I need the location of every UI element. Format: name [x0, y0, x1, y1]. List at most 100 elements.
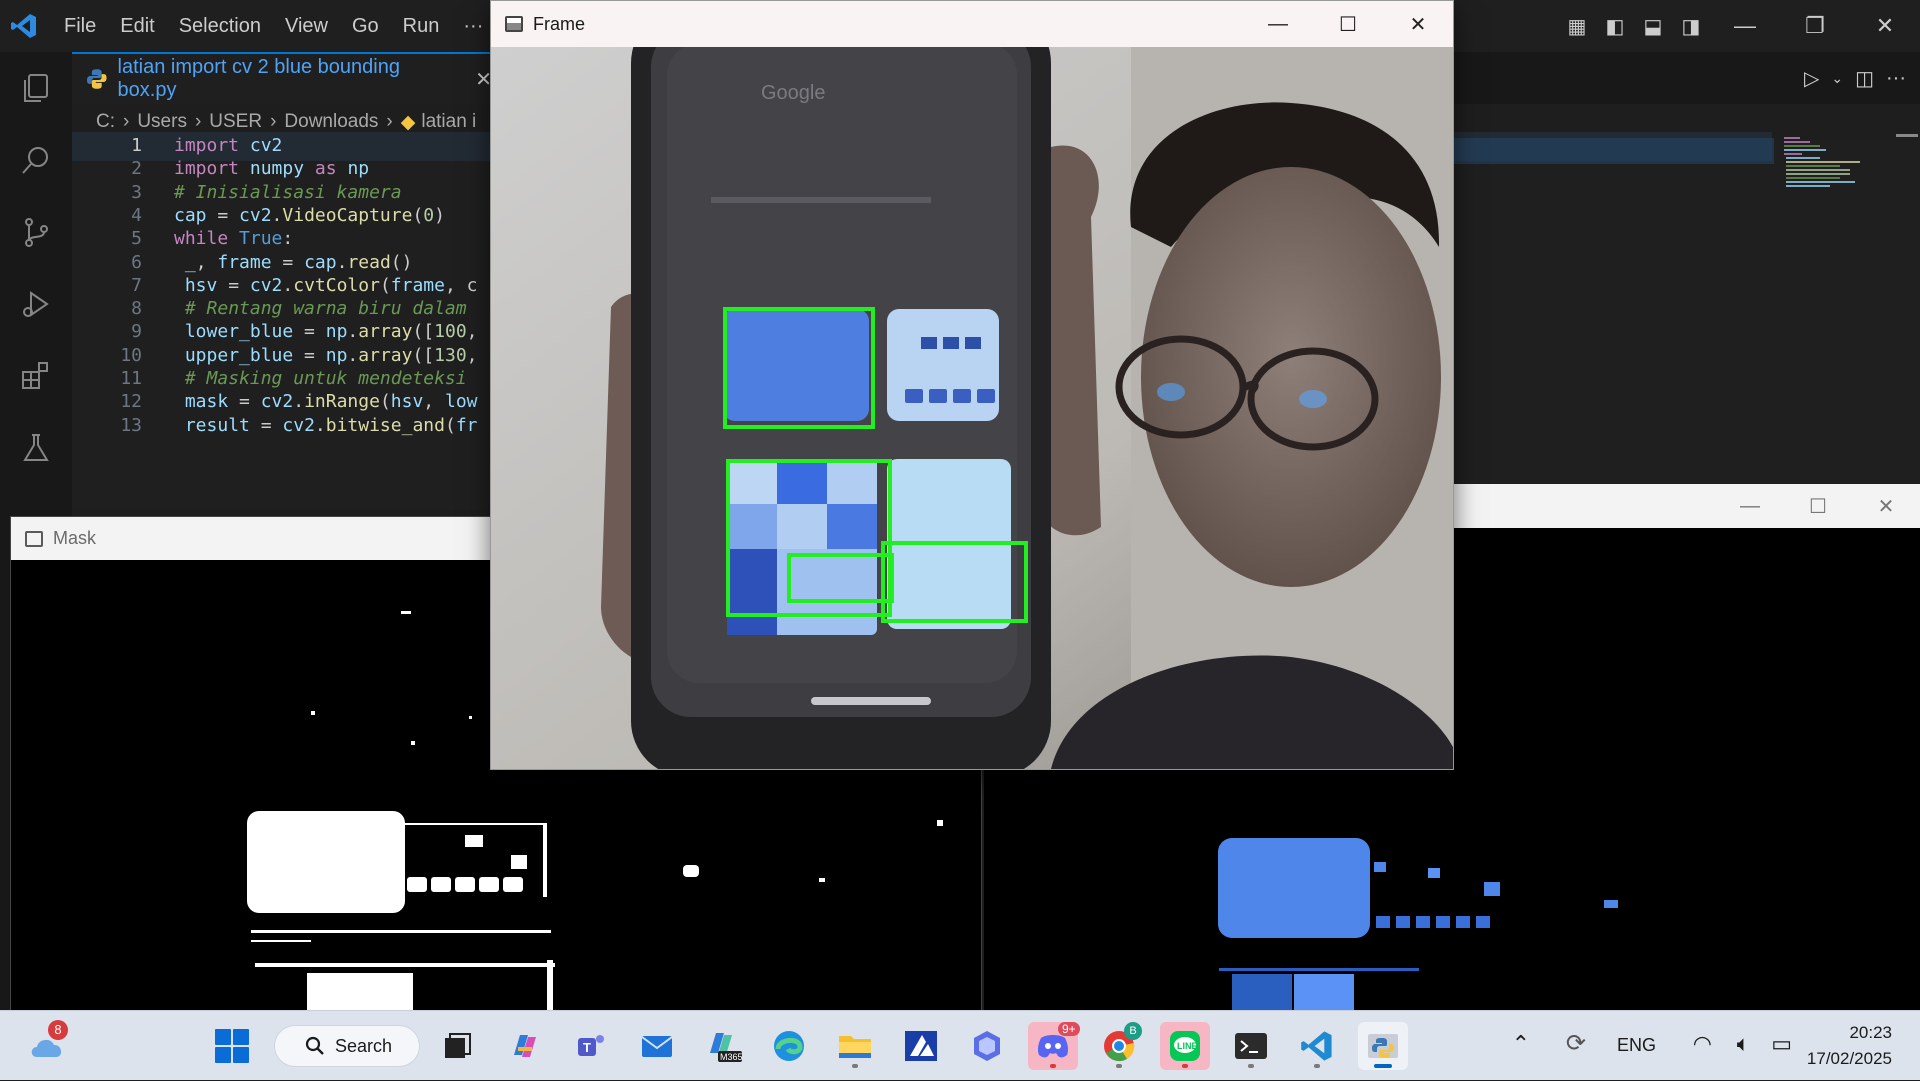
close-button[interactable]: ✕ — [1383, 1, 1453, 47]
chrome-app[interactable]: B — [1094, 1022, 1144, 1070]
minimize-button[interactable]: — — [1710, 0, 1780, 52]
azure-app[interactable] — [896, 1022, 946, 1070]
tab-filename: latian import cv 2 blue bounding box.py — [117, 56, 400, 101]
run-dropdown-chevron-icon[interactable]: ⌄ — [1831, 70, 1843, 87]
customize-layout-icon[interactable]: ▦ — [1558, 0, 1596, 52]
breadcrumb-item[interactable]: Users — [137, 111, 187, 133]
python-window-icon — [1368, 1034, 1398, 1058]
chevron-up-icon[interactable]: ⌃ — [1512, 1031, 1530, 1057]
vscode-logo-icon — [11, 14, 36, 38]
line-app[interactable]: LINE — [1160, 1022, 1210, 1070]
maximize-button[interactable]: ☐ — [1784, 494, 1852, 519]
extensions-icon[interactable] — [0, 340, 72, 412]
menu-item[interactable]: Edit — [108, 0, 166, 52]
breadcrumb-item[interactable]: Downloads — [284, 111, 378, 133]
maximize-button[interactable]: ☐ — [1313, 1, 1383, 47]
editor-actions: ▷ ⌄ ◫ ··· — [1804, 52, 1906, 104]
menu-item[interactable]: ··· — [451, 0, 495, 52]
python-app[interactable] — [1358, 1022, 1408, 1070]
vscode-icon — [1301, 1031, 1332, 1061]
windows-logo-icon — [215, 1029, 249, 1063]
copilot-web-app[interactable] — [962, 1022, 1012, 1070]
window-title: Frame — [533, 13, 586, 34]
breadcrumb-item[interactable]: latian i — [421, 111, 476, 133]
breadcrumb-item[interactable]: USER — [209, 111, 262, 133]
title-bar-controls: ▦ ◧ ⬓ ◨ — ❐ ✕ — [1558, 0, 1920, 52]
frame-window-controls: — ☐ ✕ — [1243, 1, 1453, 47]
svg-text:T: T — [583, 1040, 591, 1055]
menu-item[interactable]: Go — [340, 0, 391, 52]
phone-google-logo: Google — [761, 82, 826, 104]
clock-date[interactable]: 17/02/2025 — [1807, 1049, 1892, 1069]
frame-window[interactable]: Frame — ☐ ✕ Google — [490, 0, 1454, 770]
notification-badge: 8 — [48, 1020, 68, 1040]
result-window-controls: — ☐ ✕ — [1716, 484, 1920, 528]
opencv-window-icon — [25, 530, 43, 547]
discord-app[interactable]: 9+ — [1028, 1022, 1080, 1070]
python-file-icon — [86, 69, 107, 89]
task-view-button[interactable] — [432, 1022, 482, 1070]
frame-titlebar: Frame — ☐ ✕ — [491, 1, 1453, 47]
scrollbar-thumb[interactable] — [1896, 134, 1918, 137]
teams-app[interactable]: T — [566, 1022, 616, 1070]
editor-tab[interactable]: latian import cv 2 blue bounding box.py … — [72, 52, 492, 104]
menu-item[interactable]: Run — [391, 0, 452, 52]
m365-app[interactable]: M365 — [698, 1022, 748, 1070]
search-icon — [305, 1036, 324, 1055]
split-editor-icon[interactable]: ◫ — [1855, 66, 1874, 91]
run-python-file-icon[interactable]: ▷ — [1804, 66, 1819, 91]
task-view-icon — [445, 1033, 471, 1058]
terminal-icon — [1235, 1033, 1267, 1059]
line-icon: LINE — [1170, 1031, 1200, 1061]
active-indicator — [1374, 1064, 1392, 1068]
discord-icon — [1037, 1035, 1069, 1058]
source-control-icon[interactable] — [0, 196, 72, 268]
chevron-right-icon: › — [194, 111, 202, 132]
chevron-right-icon: › — [270, 111, 277, 132]
vscode-app[interactable] — [1292, 1022, 1342, 1070]
mail-app[interactable] — [632, 1022, 682, 1070]
minimize-button[interactable]: — — [1716, 495, 1784, 518]
chevron-right-icon: › — [386, 111, 393, 132]
terminal-app[interactable] — [1226, 1022, 1276, 1070]
search-icon[interactable] — [0, 124, 72, 196]
search-label: Search — [335, 1035, 393, 1056]
running-indicator — [1314, 1064, 1320, 1068]
wifi-icon[interactable]: ◠ — [1693, 1031, 1712, 1057]
toggle-primary-sidebar-icon[interactable]: ◧ — [1596, 0, 1634, 52]
copilot-app[interactable] — [500, 1022, 550, 1070]
menu-item[interactable]: Selection — [167, 0, 273, 52]
restore-button[interactable]: ❐ — [1780, 0, 1850, 52]
close-button[interactable]: ✕ — [1852, 494, 1920, 519]
volume-icon[interactable]: 🔈︎ — [1737, 1031, 1750, 1057]
edge-icon — [774, 1031, 804, 1061]
edge-app[interactable] — [764, 1022, 814, 1070]
current-line-highlight — [1454, 138, 1774, 164]
running-indicator — [1116, 1064, 1122, 1068]
start-button[interactable] — [207, 1022, 257, 1070]
battery-icon[interactable]: ▭ — [1771, 1031, 1792, 1057]
azure-icon — [905, 1031, 937, 1061]
file-explorer-app[interactable] — [830, 1022, 880, 1070]
explorer-icon[interactable] — [0, 52, 72, 124]
svg-text:LINE: LINE — [1177, 1041, 1198, 1051]
taskbar: 8 Search T M365 9+ B LINE ⌃ ⟳ ENG ◠ 🔈︎ ▭… — [0, 1010, 1920, 1080]
run-debug-icon[interactable] — [0, 268, 72, 340]
menu-item[interactable]: View — [273, 0, 340, 52]
testing-icon[interactable] — [0, 412, 72, 484]
toggle-panel-icon[interactable]: ⬓ — [1634, 0, 1672, 52]
toggle-secondary-sidebar-icon[interactable]: ◨ — [1672, 0, 1710, 52]
weather-widget[interactable]: 8 — [22, 1020, 72, 1070]
minimize-button[interactable]: — — [1243, 1, 1313, 47]
more-actions-icon[interactable]: ··· — [1886, 67, 1906, 90]
breadcrumb-item[interactable]: C: — [96, 111, 115, 133]
running-indicator — [852, 1064, 858, 1068]
clock-time[interactable]: 20:23 — [1849, 1023, 1892, 1043]
sync-icon[interactable]: ⟳ — [1566, 1029, 1586, 1058]
close-button[interactable]: ✕ — [1850, 0, 1920, 52]
taskbar-search[interactable]: Search — [274, 1025, 420, 1067]
minimap[interactable] — [1780, 134, 1910, 194]
menu-item[interactable]: File — [52, 0, 108, 52]
chrome-profile-badge: B — [1124, 1022, 1142, 1040]
language-indicator[interactable]: ENG — [1617, 1035, 1656, 1056]
